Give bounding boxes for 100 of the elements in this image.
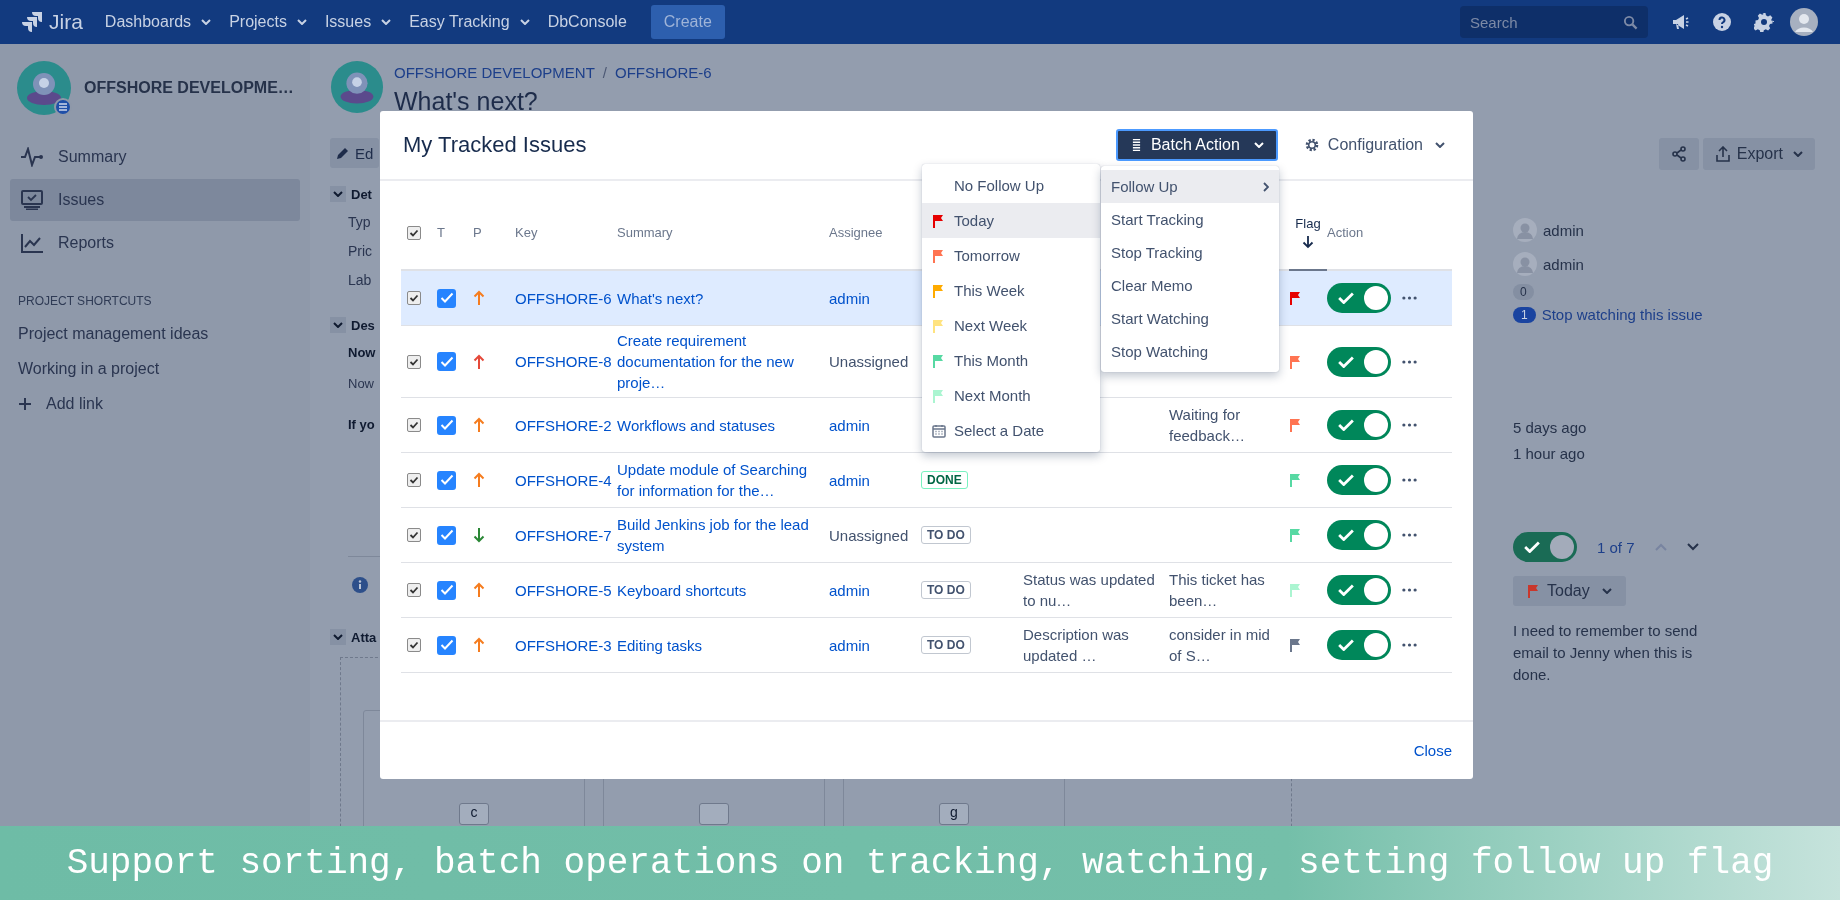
issue-key-link[interactable]: OFFSHORE-2 — [515, 416, 612, 434]
assignee-link[interactable]: admin — [829, 581, 870, 599]
close-link[interactable]: Close — [1413, 742, 1452, 759]
nav-menu[interactable]: DbConsole — [547, 13, 627, 31]
row-checkbox[interactable] — [407, 418, 421, 432]
tracked-checkbox[interactable] — [437, 352, 456, 371]
shortcut-link[interactable]: Working in a project — [18, 360, 160, 378]
menu-item[interactable]: Select a Date — [922, 413, 1100, 448]
column-header[interactable]: P — [473, 225, 482, 240]
toggle-switch[interactable] — [1327, 575, 1391, 605]
issue-key-link[interactable]: OFFSHORE-7 — [515, 526, 612, 544]
row-checkbox[interactable] — [407, 354, 421, 369]
more-icon[interactable] — [1402, 588, 1417, 592]
menu-item[interactable]: Tomorrow — [922, 238, 1100, 273]
toggle-switch[interactable] — [1327, 346, 1391, 377]
nav-menu[interactable]: Projects — [229, 13, 307, 31]
menu-item[interactable]: Today — [922, 203, 1100, 238]
toggle-switch[interactable] — [1327, 410, 1391, 440]
row-checkbox[interactable] — [407, 528, 421, 542]
issue-key-link[interactable]: OFFSHORE-6 — [515, 289, 612, 307]
logo-icon[interactable] — [22, 11, 44, 33]
project-avatar-icon[interactable] — [330, 60, 384, 114]
search-field[interactable]: Search — [1460, 6, 1648, 38]
column-header[interactable]: Key — [515, 225, 538, 240]
nav-menu[interactable]: Easy Tracking — [409, 13, 530, 31]
more-icon[interactable] — [1402, 643, 1417, 647]
export-button[interactable]: Export — [1702, 138, 1815, 170]
tracked-checkbox[interactable] — [437, 288, 456, 308]
menu-item[interactable]: Next Week — [922, 308, 1100, 343]
issue-summary-link[interactable]: Editing tasks — [617, 634, 709, 656]
table-row[interactable]: OFFSHORE-5 Keyboard shortcuts admin TO DO Status was updated to nu… This ticket has been… — [401, 563, 1452, 618]
issue-summary-link[interactable]: Build Jenkins job for the lead system — [617, 514, 829, 556]
settings-icon[interactable] — [1754, 12, 1774, 32]
issue-key-link[interactable]: OFFSHORE-3 — [515, 636, 612, 654]
project-name[interactable]: OFFSHORE DEVELOPME… — [84, 79, 294, 97]
more-icon[interactable] — [1402, 478, 1417, 482]
assignee-link[interactable]: admin — [829, 636, 870, 654]
more-icon[interactable] — [1402, 359, 1417, 364]
issue-summary-link[interactable]: What's next? — [617, 287, 710, 309]
issue-summary-link[interactable]: Workflows and statuses — [617, 414, 782, 436]
menu-item[interactable]: Follow Up — [1101, 170, 1279, 203]
issue-summary-link[interactable]: Create requirement documentation for the new proje… — [617, 330, 829, 393]
menu-item[interactable]: Start Tracking — [1101, 203, 1279, 236]
table-row[interactable]: OFFSHORE-7 Build Jenkins job for the lead system Unassigned TO DO — [401, 508, 1452, 563]
help-icon[interactable] — [1712, 12, 1732, 32]
issue-summary-link[interactable]: Keyboard shortcuts — [617, 579, 753, 601]
column-header[interactable]: Assignee — [829, 225, 883, 240]
toggle-switch[interactable] — [1327, 283, 1391, 313]
select-all-checkbox[interactable] — [407, 225, 421, 240]
menu-item[interactable]: Start Watching — [1101, 302, 1279, 335]
megaphone-icon[interactable] — [1670, 12, 1690, 32]
breadcrumb-link[interactable]: OFFSHORE-6 — [615, 64, 712, 81]
menu-item[interactable]: Stop Watching — [1101, 335, 1279, 368]
issue-key-link[interactable]: OFFSHORE-8 — [515, 353, 612, 370]
issue-key-link[interactable]: OFFSHORE-4 — [515, 471, 612, 489]
column-header[interactable]: T — [437, 225, 445, 240]
batch-action-button[interactable]: Batch Action — [1115, 129, 1278, 161]
share-button[interactable] — [1658, 138, 1699, 170]
add-link[interactable]: Add link — [18, 395, 103, 413]
logo-text[interactable]: Jira — [49, 10, 83, 34]
toggle-switch[interactable] — [1327, 630, 1391, 660]
column-header[interactable]: Summary — [617, 225, 673, 240]
tracked-checkbox[interactable] — [437, 635, 456, 655]
toggle-switch[interactable] — [1513, 532, 1577, 562]
menu-item[interactable]: This Month — [922, 343, 1100, 378]
menu-item[interactable]: This Week — [922, 273, 1100, 308]
tracked-checkbox[interactable] — [437, 470, 456, 490]
section-heading[interactable]: Des — [351, 317, 375, 333]
chevron-down-icon[interactable] — [1686, 543, 1699, 551]
row-checkbox[interactable] — [407, 583, 421, 597]
watch-link[interactable]: Stop watching this issue — [1541, 306, 1703, 323]
assignee-link[interactable]: admin — [829, 416, 870, 434]
more-icon[interactable] — [1402, 296, 1417, 300]
row-checkbox[interactable] — [407, 291, 421, 305]
assignee-link[interactable]: admin — [829, 289, 870, 307]
avatar-icon[interactable] — [1790, 8, 1818, 36]
column-header[interactable]: Flag — [1295, 216, 1321, 231]
issue-key-link[interactable]: OFFSHORE-5 — [515, 581, 612, 599]
row-checkbox[interactable] — [407, 473, 421, 487]
table-row[interactable]: OFFSHORE-4 Update module of Searching for information for the… admin DONE — [401, 453, 1452, 508]
tracked-checkbox[interactable] — [437, 525, 456, 545]
toggle-switch[interactable] — [1327, 465, 1391, 495]
toggle-switch[interactable] — [1327, 520, 1391, 550]
nav-menu[interactable]: Issues — [324, 13, 392, 31]
tracked-checkbox[interactable] — [437, 580, 456, 600]
configuration-button[interactable]: Configuration — [1303, 136, 1445, 154]
row-checkbox[interactable] — [407, 638, 421, 652]
nav-menu[interactable]: Dashboards — [104, 13, 212, 31]
table-row[interactable]: OFFSHORE-3 Editing tasks admin TO DO Description was updated … consider in mid of S… — [401, 618, 1452, 673]
section-heading[interactable]: Det — [351, 186, 372, 202]
breadcrumb-link[interactable]: OFFSHORE DEVELOPMENT — [394, 64, 595, 81]
section-heading[interactable]: Atta — [351, 629, 377, 645]
menu-item[interactable]: No Follow Up — [922, 168, 1100, 203]
tracked-checkbox[interactable] — [437, 415, 456, 435]
more-icon[interactable] — [1402, 423, 1417, 427]
project-avatar-icon[interactable] — [16, 60, 72, 116]
assignee-link[interactable]: admin — [829, 471, 870, 489]
sidebar-item[interactable]: Summary — [10, 136, 300, 178]
sidebar-item[interactable]: Reports — [10, 222, 300, 264]
shortcut-link[interactable]: Project management ideas — [18, 325, 209, 343]
